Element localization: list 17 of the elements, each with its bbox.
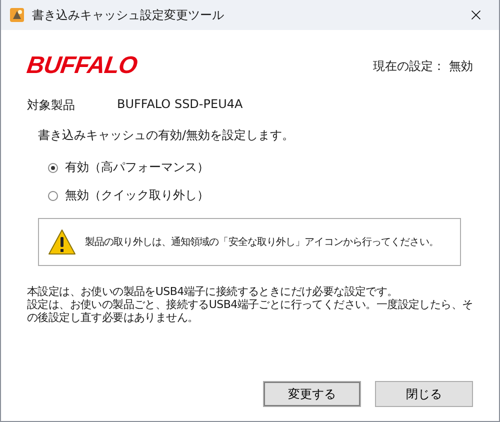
window-title: 書き込みキャッシュ設定変更ツール bbox=[32, 6, 225, 24]
option-label: 有効（高パフォーマンス） bbox=[65, 159, 209, 176]
current-setting: 現在の設定： 無効 bbox=[373, 58, 473, 74]
option-label: 無効（クイック取り外し） bbox=[65, 187, 209, 204]
product-name: BUFFALO SSD-PEU4A bbox=[117, 97, 243, 113]
dialog-button[interactable]: 閉じる bbox=[375, 381, 473, 407]
brand-logo: BUFFALO bbox=[25, 52, 139, 80]
dialog-button[interactable]: 変更する bbox=[263, 381, 361, 407]
radio-button[interactable] bbox=[48, 190, 58, 200]
instruction-text: 書き込みキャッシュの有効/無効を設定します。 bbox=[38, 127, 296, 144]
warning-icon bbox=[47, 228, 77, 256]
note-text: 設定は、お使いの製品ごと、接続するUSB4端子ごとに行ってください。一度設定したら、その後設定し直す必要はありません。 bbox=[27, 298, 473, 325]
radio-button[interactable] bbox=[48, 162, 58, 172]
app-icon bbox=[9, 7, 25, 23]
product-label: 対象製品 bbox=[27, 97, 76, 114]
warning-text: 製品の取り外しは、通知領域の「安全な取り外し」アイコンから行ってください。 bbox=[85, 236, 438, 249]
note-text: 本設定は、お使いの製品をUSB4端子に接続するときにだけ必要な設定です。 bbox=[27, 285, 399, 298]
